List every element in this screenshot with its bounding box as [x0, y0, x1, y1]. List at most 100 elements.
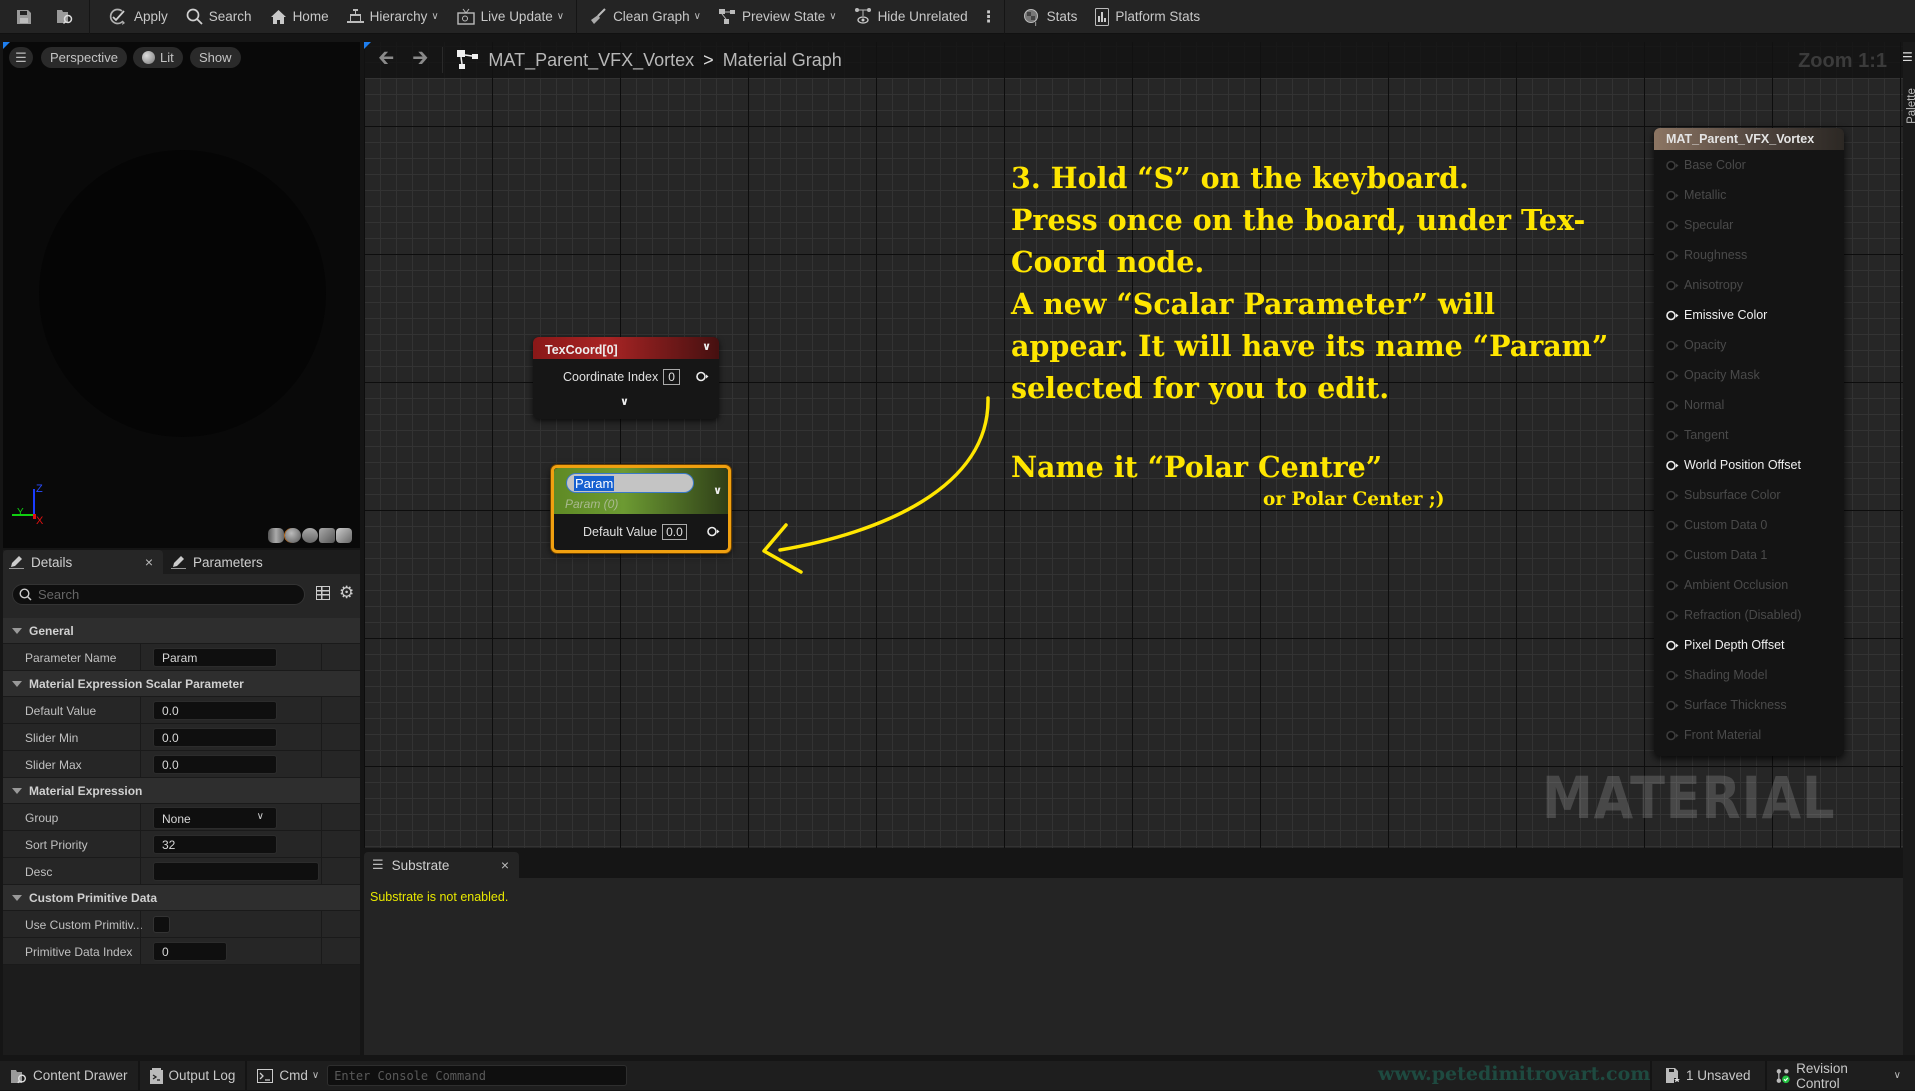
platform-stats-button[interactable]: Platform Stats — [1086, 0, 1209, 34]
plane-shape-icon[interactable] — [302, 528, 318, 543]
default-value-pin-field[interactable]: 0.0 — [662, 524, 687, 540]
result-pin-row[interactable]: Shading Model — [1666, 668, 1767, 682]
material-result-node[interactable]: MAT_Parent_VFX_Vortex Base Color Metallic… — [1654, 128, 1844, 756]
stats-button[interactable]: i Stats — [1014, 0, 1087, 34]
input-pin-icon[interactable] — [1666, 370, 1679, 381]
chevron-down-icon[interactable]: ∨ — [713, 484, 722, 497]
output-pin-icon[interactable] — [696, 371, 709, 382]
result-pin-row[interactable]: Front Material — [1666, 728, 1761, 742]
revision-control-dropdown[interactable]: Revision Control ∨ — [1762, 1061, 1915, 1091]
input-pin-icon[interactable] — [1666, 190, 1679, 201]
texcoord-node-header[interactable]: TexCoord[0] ∨ — [533, 337, 719, 359]
input-pin-icon[interactable] — [1666, 220, 1679, 231]
result-pin-row[interactable]: Base Color — [1666, 158, 1746, 172]
output-log-button[interactable]: Output Log — [140, 1061, 248, 1090]
show-button[interactable]: Show — [190, 47, 241, 68]
texcoord-node[interactable]: TexCoord[0] ∨ Coordinate Index 0 ∨ — [533, 337, 719, 419]
result-pin-row[interactable]: Opacity Mask — [1666, 368, 1760, 382]
input-pin-icon[interactable] — [1666, 160, 1679, 171]
custom-mesh-shape-icon[interactable] — [336, 528, 352, 543]
result-pin-row[interactable]: Metallic — [1666, 188, 1726, 202]
result-pin-row[interactable]: Ambient Occlusion — [1666, 578, 1788, 592]
material-graph-canvas[interactable]: 🡰 🡲 MAT_Parent_VFX_Vortex > Material Gra… — [364, 42, 1903, 848]
result-pin-row[interactable]: Custom Data 0 — [1666, 518, 1767, 532]
result-pin-row[interactable]: Surface Thickness — [1666, 698, 1787, 712]
close-icon[interactable]: × — [145, 554, 153, 570]
scalar-parameter-node[interactable]: Param Param (0) ∨ Default Value 0.0 — [551, 465, 731, 553]
clean-graph-dropdown[interactable]: Clean Graph ∨ — [580, 0, 710, 34]
input-pin-icon[interactable] — [1666, 730, 1679, 741]
hierarchy-dropdown[interactable]: Hierarchy ∨ — [338, 0, 448, 34]
console-command-input[interactable] — [327, 1065, 628, 1086]
palette-label[interactable]: Palette — [1906, 86, 1915, 126]
desc-field[interactable] — [153, 862, 319, 881]
result-pin-row[interactable]: World Position Offset — [1666, 458, 1801, 472]
preview-viewport[interactable]: ☰ Perspective Lit Show Z Y X — [3, 42, 360, 548]
result-pin-row[interactable]: Anisotropy — [1666, 278, 1743, 292]
input-pin-icon[interactable] — [1666, 610, 1679, 621]
unsaved-button[interactable]: 1 Unsaved — [1650, 1061, 1767, 1090]
input-pin-icon[interactable] — [1666, 640, 1679, 651]
cmd-dropdown[interactable]: Cmd ∨ — [247, 1061, 321, 1090]
apply-button[interactable]: Apply — [99, 0, 177, 34]
slider-min-field[interactable]: 0.0 — [153, 728, 277, 747]
input-pin-icon[interactable] — [1666, 310, 1679, 321]
save-button[interactable] — [0, 0, 44, 34]
search-button[interactable]: Search — [177, 0, 261, 34]
input-pin-icon[interactable] — [1666, 520, 1679, 531]
result-pin-row[interactable]: Custom Data 1 — [1666, 548, 1767, 562]
result-pin-row[interactable]: Tangent — [1666, 428, 1728, 442]
home-button[interactable]: Home — [261, 0, 338, 34]
hide-unrelated-button[interactable]: Hide Unrelated — [846, 0, 977, 34]
palette-sidebar[interactable]: ☰ Palette — [1902, 42, 1915, 1055]
perspective-button[interactable]: Perspective — [41, 47, 127, 68]
sort-priority-field[interactable]: 32 — [153, 835, 277, 854]
input-pin-icon[interactable] — [1666, 430, 1679, 441]
input-pin-icon[interactable] — [1666, 280, 1679, 291]
details-search-box[interactable] — [12, 584, 305, 605]
result-pin-row[interactable]: Pixel Depth Offset — [1666, 638, 1785, 652]
category-material-expression[interactable]: Material Expression — [3, 778, 360, 804]
viewport-menu-button[interactable]: ☰ — [9, 47, 33, 68]
breadcrumb-asset[interactable]: MAT_Parent_VFX_Vortex — [488, 50, 694, 71]
tab-details[interactable]: Details × — [3, 550, 163, 574]
chevron-down-icon[interactable]: ∨ — [702, 340, 711, 353]
use-custom-primitive-checkbox[interactable] — [153, 916, 170, 933]
primitive-data-index-field[interactable]: 0 — [153, 942, 227, 961]
result-pin-row[interactable]: Normal — [1666, 398, 1724, 412]
category-custom-primitive-data[interactable]: Custom Primitive Data — [3, 885, 360, 911]
palette-list-icon[interactable]: ☰ — [1902, 50, 1913, 64]
input-pin-icon[interactable] — [1666, 460, 1679, 471]
result-pin-row[interactable]: Refraction (Disabled) — [1666, 608, 1801, 622]
close-icon[interactable]: × — [501, 857, 509, 873]
input-pin-icon[interactable] — [1666, 400, 1679, 411]
result-pin-row[interactable]: Emissive Color — [1666, 308, 1767, 322]
settings-gear-icon[interactable]: ⚙ — [339, 583, 354, 603]
param-node-header[interactable]: Param Param (0) ∨ — [554, 468, 728, 514]
tab-substrate[interactable]: ☰ Substrate × — [364, 852, 519, 878]
input-pin-icon[interactable] — [1666, 550, 1679, 561]
result-pin-row[interactable]: Opacity — [1666, 338, 1726, 352]
live-update-dropdown[interactable]: Live Update ∨ — [448, 0, 573, 34]
category-general[interactable]: General — [3, 618, 360, 644]
input-pin-icon[interactable] — [1666, 340, 1679, 351]
input-pin-icon[interactable] — [1666, 580, 1679, 591]
sphere-shape-icon[interactable] — [285, 528, 301, 543]
cube-shape-icon[interactable] — [319, 528, 335, 543]
output-pin-icon[interactable] — [707, 526, 720, 537]
input-pin-icon[interactable] — [1666, 700, 1679, 711]
coordinate-index-field[interactable]: 0 — [663, 369, 680, 385]
expand-chevron-icon[interactable]: ∨ — [620, 395, 629, 408]
input-pin-icon[interactable] — [1666, 490, 1679, 501]
category-scalar-parameter[interactable]: Material Expression Scalar Parameter — [3, 671, 360, 697]
input-pin-icon[interactable] — [1666, 670, 1679, 681]
group-dropdown[interactable]: None ∨ — [153, 807, 277, 829]
table-view-icon[interactable] — [316, 586, 330, 600]
more-options-button[interactable]: ⋮ — [977, 0, 1001, 34]
input-pin-icon[interactable] — [1666, 250, 1679, 261]
cylinder-shape-icon[interactable] — [268, 528, 284, 543]
preview-state-dropdown[interactable]: Preview State ∨ — [710, 0, 846, 34]
result-pin-row[interactable]: Roughness — [1666, 248, 1747, 262]
browse-button[interactable] — [44, 0, 86, 34]
back-arrow-button[interactable]: 🡰 — [378, 43, 394, 77]
